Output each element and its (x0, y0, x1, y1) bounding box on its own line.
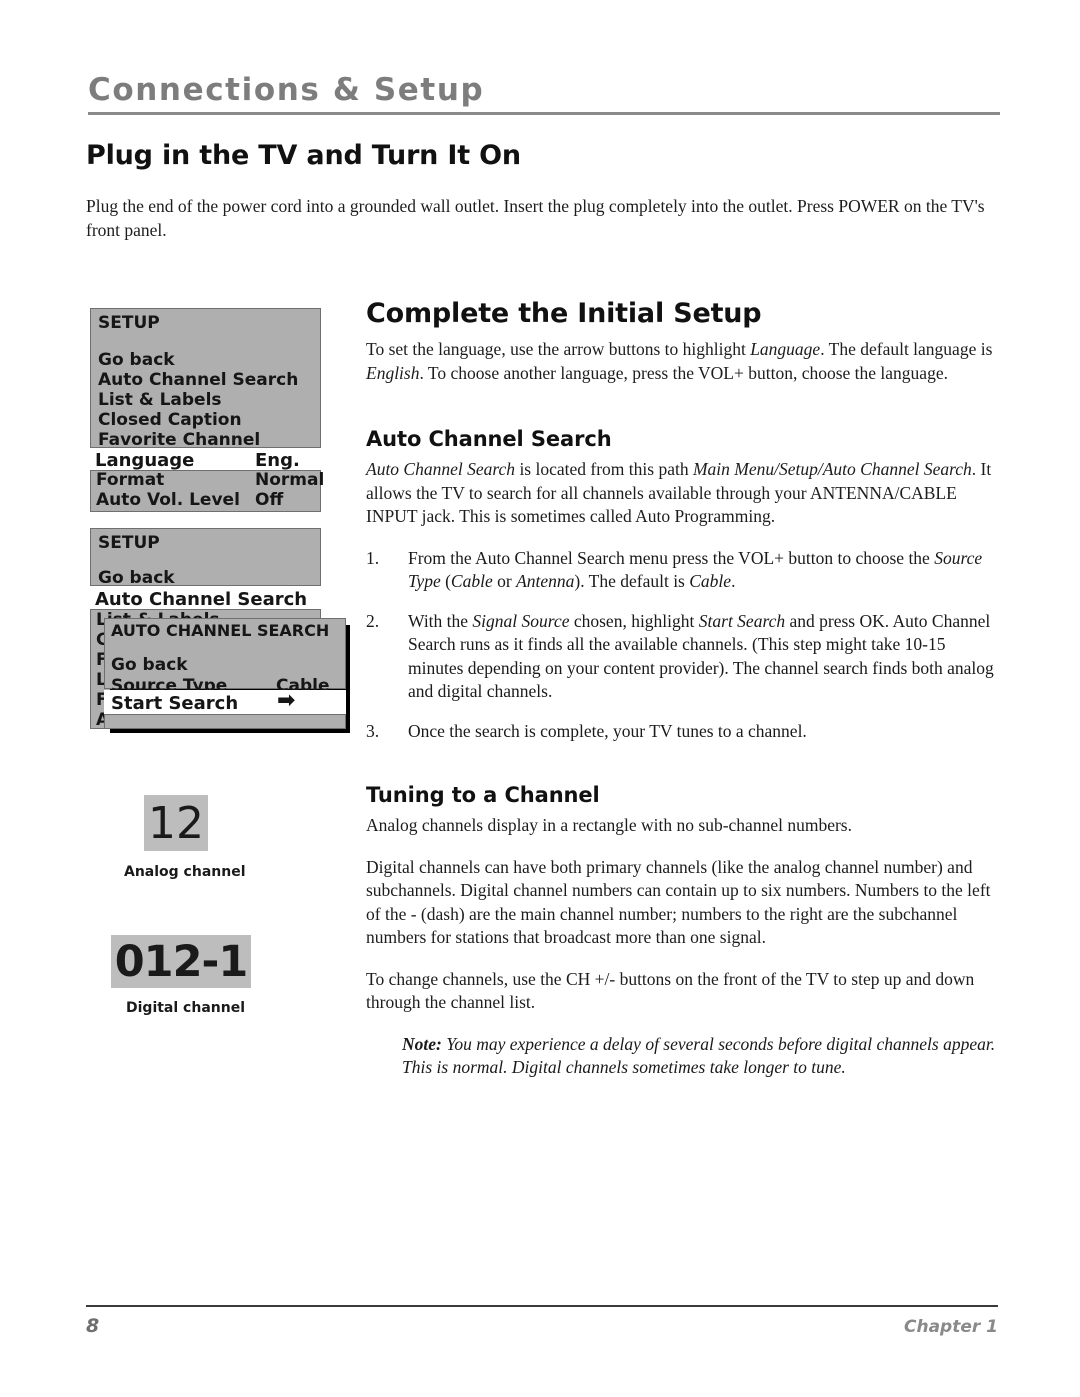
osd-submenu-item-go-back: Go back (111, 655, 188, 675)
emphasis-menu-path: Main Menu/Setup/Auto Channel Search (692, 459, 972, 479)
osd-submenu-highlight-row (104, 690, 346, 714)
list-item-number: 1. (366, 547, 380, 568)
emphasis-cable-default: Cable (689, 571, 732, 591)
osd-menu-1-item-auto-channel-search: Auto Channel Search (98, 370, 299, 390)
osd-menu-1-highlight-row (90, 449, 321, 471)
intro-paragraph: Plug the end of the power cord into a gr… (86, 196, 985, 240)
list-item: 1. From the Auto Channel Search menu pres… (366, 547, 998, 594)
analog-channel-caption: Analog channel (124, 864, 246, 880)
osd-menu-1-item-favorite-channel: Favorite Channel (98, 430, 261, 450)
osd-menu-2-highlight-row (90, 588, 321, 610)
heading-complete-initial-setup: Complete the Initial Setup (366, 298, 762, 329)
paragraph-tuning-2: Digital channels can have both primary c… (366, 856, 991, 948)
osd-menu-1-panel (90, 308, 321, 448)
paragraph-tuning-3: To change channels, use the CH +/- butto… (366, 968, 975, 1013)
arrow-right-icon: ➡ (277, 688, 296, 713)
text-frag: . The default language is (820, 339, 993, 359)
note-text: You may experience a delay of several se… (402, 1033, 996, 1078)
osd-menu-2-item-auto-channel-search: Auto Channel Search (95, 589, 308, 610)
osd-submenu-value-source-type: Cable (276, 676, 330, 696)
osd-menu-1-item-format: Format (96, 470, 165, 490)
footer-page-number: 8 (86, 1315, 100, 1337)
text-frag: To set the language, use the arrow butto… (366, 339, 751, 359)
digital-channel-caption: Digital channel (126, 1000, 245, 1016)
text-frag: ). The default is (574, 571, 690, 591)
text-frag: . To choose another language, press the … (419, 362, 948, 383)
osd-menu-2-item-go-back: Go back (98, 568, 175, 588)
osd-submenu-footer-strip (104, 714, 346, 729)
osd-submenu-shadow (110, 625, 350, 733)
osd-menu-2-item-list-labels: List & Labels (96, 610, 220, 630)
osd-menu-1-value-auto-vol-level: Off (255, 490, 284, 510)
manual-page: Connections & Setup Plug in the TV and T… (0, 0, 1080, 1397)
osd-submenu-panel (104, 618, 346, 689)
osd-menu-1-value-language: Eng. (255, 450, 300, 471)
osd-menu-1-value-format: Normal (255, 470, 325, 490)
main-column: Complete the Initial Setup To set the la… (366, 298, 998, 1080)
note-label: Note: (402, 1033, 442, 1054)
page-title: Plug in the TV and Turn It On (86, 140, 521, 171)
osd-menu-2-item-auto-vol-level: Auto Vol. Level (96, 710, 240, 730)
text-frag: . (731, 571, 736, 591)
heading-auto-channel-search: Auto Channel Search (366, 427, 612, 451)
osd-menu-2-panel-top (90, 528, 321, 586)
footer-chapter-label: Chapter 1 (903, 1317, 998, 1337)
osd-menu-2-title: SETUP (98, 533, 160, 553)
emphasis-start-search: Start Search (698, 610, 786, 631)
emphasis-acs: Auto Channel Search (366, 459, 516, 479)
heading-tuning-to-a-channel: Tuning to a Channel (366, 783, 600, 807)
osd-submenu-title: AUTO CHANNEL SEARCH (111, 621, 330, 640)
emphasis-antenna: Antenna (516, 571, 575, 591)
osd-menu-2-item-language: Language (96, 670, 190, 690)
steps-list: 1. From the Auto Channel Search menu pres… (366, 547, 998, 744)
osd-menu-1-item-list-labels: List & Labels (98, 390, 222, 410)
text-frag: Once the search is complete, your TV tun… (408, 720, 807, 741)
digital-channel-number: 012-1 (114, 936, 249, 987)
emphasis-english: English (366, 362, 420, 383)
osd-menu-1-item-go-back: Go back (98, 350, 175, 370)
text-frag: ( (440, 571, 451, 591)
osd-menu-2-item-format: Format (96, 690, 165, 710)
running-head-title: Connections & Setup (88, 72, 485, 108)
text-frag: From the Auto Channel Search menu press … (408, 547, 935, 568)
osd-menu-2-item-favorite-channel: Favorite Channel (96, 650, 259, 670)
list-item: 3. Once the search is complete, your TV t… (366, 720, 998, 744)
digital-channel-graphic: 012-1 (111, 935, 251, 988)
paragraph-initial-setup: To set the language, use the arrow butto… (366, 338, 998, 385)
paragraph-auto-channel-search: Auto Channel Search is located from this… (366, 458, 998, 529)
emphasis-language: Language (750, 339, 821, 359)
analog-channel-number: 12 (148, 797, 204, 849)
running-head: Connections & Setup (88, 72, 1000, 115)
osd-submenu-item-start-search: Start Search (111, 693, 239, 714)
text-frag: or (492, 571, 517, 591)
paragraph-tuning-1: Analog channels display in a rectangle w… (366, 815, 852, 835)
list-item-number: 3. (366, 720, 380, 741)
text-frag: chosen, highlight (569, 610, 699, 631)
osd-menu-2-item-closed-caption: Closed Caption (96, 630, 240, 650)
osd-menu-1-title: SETUP (98, 313, 160, 333)
list-item-number: 2. (366, 610, 380, 631)
list-item: 2. With the Signal Source chosen, highlig… (366, 610, 998, 704)
analog-channel-graphic: 12 (144, 795, 208, 851)
osd-menu-1-item-closed-caption: Closed Caption (98, 410, 242, 430)
running-head-rule (88, 111, 1000, 115)
note-block: Note: You may experience a delay of seve… (402, 1033, 998, 1080)
osd-submenu-item-source-type: Source Type (111, 676, 228, 696)
footer-rule (86, 1305, 998, 1307)
emphasis-signal-source: Signal Source (472, 610, 570, 631)
emphasis-cable: Cable (450, 571, 493, 591)
text-frag: With the (408, 610, 473, 631)
osd-menu-1-panel-lower (90, 470, 321, 512)
osd-menu-2-panel-bottom (90, 609, 321, 729)
osd-menu-1-item-auto-vol-level: Auto Vol. Level (96, 490, 240, 510)
osd-menu-1-item-language: Language (95, 450, 195, 471)
text-frag: is located from this path (515, 459, 693, 479)
